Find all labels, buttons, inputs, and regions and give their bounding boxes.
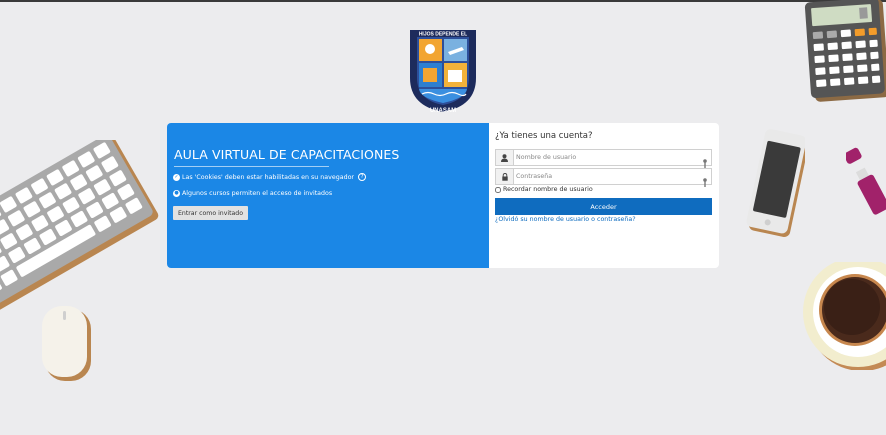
username-input[interactable] (516, 150, 696, 165)
forgot-credentials-link[interactable]: ¿Olvidó su nombre de usuario o contraseñ… (495, 216, 636, 223)
help-icon[interactable]: ? (358, 173, 367, 181)
usb-stick-decoration (846, 147, 886, 215)
key-icon (703, 172, 707, 187)
login-info-panel: AULA VIRTUAL DE CAPACITACIONES ✓ Las 'Co… (167, 123, 489, 268)
login-card: AULA VIRTUAL DE CAPACITACIONES ✓ Las 'Co… (167, 123, 719, 268)
key-icon (703, 153, 707, 168)
calculator-decoration (804, 0, 886, 102)
lock-icon (496, 169, 514, 184)
phone-decoration (746, 129, 805, 237)
guest-login-button[interactable]: Entrar como invitado (173, 206, 249, 220)
coffee-cup-decoration (803, 262, 886, 370)
top-bar (0, 0, 886, 2)
login-button[interactable]: Acceder (495, 198, 712, 215)
remember-username-label: Recordar nombre de usuario (503, 186, 593, 193)
login-heading: ¿Ya tienes una cuenta? (495, 131, 593, 141)
title-divider (174, 166, 329, 167)
guest-notice: ● Algunos cursos permiten el acceso de i… (173, 190, 332, 197)
username-field (495, 149, 712, 168)
mouse-decoration (42, 306, 91, 381)
cookies-notice-text: Las 'Cookies' deben estar habilitadas en… (182, 173, 355, 181)
remember-username-checkbox[interactable] (495, 186, 501, 193)
university-crest: HIJOS DEPENDE EL UNASAM (408, 28, 478, 114)
user-icon (496, 150, 514, 165)
check-circle-icon: ✓ (173, 173, 180, 181)
site-title: AULA VIRTUAL DE CAPACITACIONES (174, 147, 400, 162)
crest-top-text: HIJOS DEPENDE EL (419, 32, 467, 38)
password-input[interactable] (516, 169, 696, 184)
cookies-notice: ✓ Las 'Cookies' deben estar habilitadas … (173, 173, 367, 181)
password-field (495, 168, 712, 187)
login-form-panel: ¿Ya tienes una cuenta? Recordar nombre d… (489, 123, 719, 268)
remember-username[interactable]: Recordar nombre de usuario (495, 186, 593, 193)
crest-bottom-text: UNASAM (430, 108, 456, 114)
person-circle-icon: ● (173, 190, 180, 197)
guest-notice-text: Algunos cursos permiten el acceso de inv… (182, 190, 333, 197)
keyboard-decoration (0, 140, 159, 311)
